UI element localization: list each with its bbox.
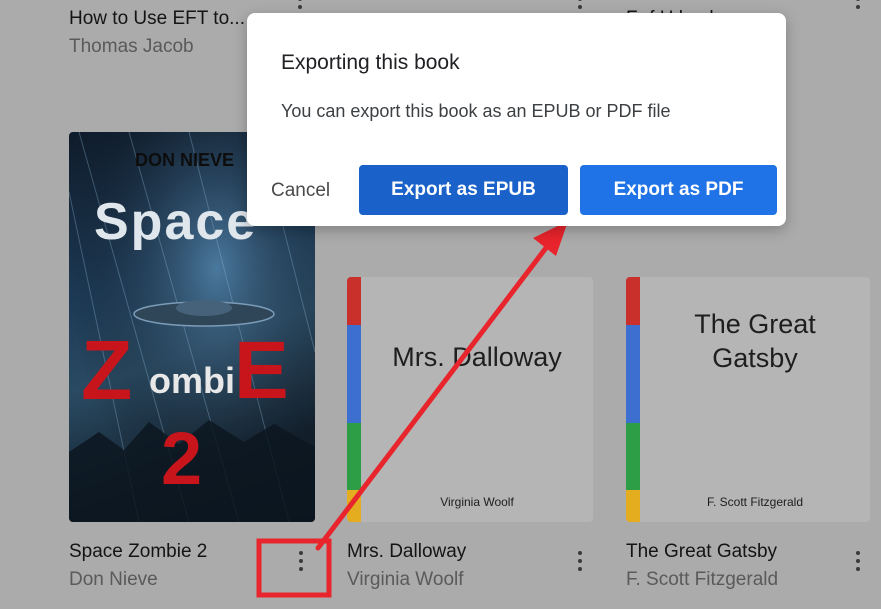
cover-number-2: 2 xyxy=(161,417,203,500)
more-options-icon-space-zombie-2[interactable] xyxy=(289,544,313,578)
cover-letter-z: Z xyxy=(81,323,133,417)
dialog-message: You can export this book as an EPUB or P… xyxy=(281,101,671,121)
export-dialog: Exporting this book You can export this … xyxy=(247,13,786,226)
cover-word-ombi: ombi xyxy=(149,360,235,401)
cover-author-line: DON NIEVE xyxy=(135,150,235,170)
dialog-title: Exporting this book xyxy=(281,51,460,74)
book-author-great-gatsby[interactable]: F. Scott Fitzgerald xyxy=(626,569,778,591)
cover-title-line-1: The Great xyxy=(694,309,816,339)
book-cover-great-gatsby[interactable]: The Great Gatsby F. Scott Fitzgerald xyxy=(626,277,870,522)
book-title-mrs-dalloway[interactable]: Mrs. Dalloway xyxy=(347,541,466,563)
export-epub-button[interactable]: Export as EPUB xyxy=(359,165,568,215)
cover-spine xyxy=(626,277,640,522)
more-options-icon-top-3[interactable] xyxy=(846,0,870,16)
cover-spine xyxy=(347,277,361,522)
cover-letter-e: E xyxy=(234,325,289,416)
cover-author: F. Scott Fitzgerald xyxy=(706,495,804,509)
book-author-mrs-dalloway[interactable]: Virginia Woolf xyxy=(347,569,464,591)
top-book-title-1[interactable]: How to Use EFT to... xyxy=(69,8,245,30)
top-book-author-1[interactable]: Thomas Jacob xyxy=(69,36,194,58)
more-options-icon-great-gatsby[interactable] xyxy=(846,544,870,578)
book-cover-mrs-dalloway[interactable]: Mrs. Dalloway Virginia Woolf xyxy=(347,277,593,522)
book-title-great-gatsby[interactable]: The Great Gatsby xyxy=(626,541,777,563)
book-title-space-zombie-2[interactable]: Space Zombie 2 xyxy=(69,541,207,563)
annotation-arrow-head xyxy=(533,221,568,256)
cover-title: Mrs. Dalloway xyxy=(392,342,562,372)
cover-word-space: Space xyxy=(94,193,258,251)
book-author-space-zombie-2[interactable]: Don Nieve xyxy=(69,569,158,591)
cancel-button[interactable]: Cancel xyxy=(271,180,330,202)
cover-author: Virginia Woolf xyxy=(440,495,514,509)
cover-title-line-2: Gatsby xyxy=(712,343,798,373)
more-options-icon-mrs-dalloway[interactable] xyxy=(568,544,592,578)
export-pdf-button[interactable]: Export as PDF xyxy=(580,165,777,215)
